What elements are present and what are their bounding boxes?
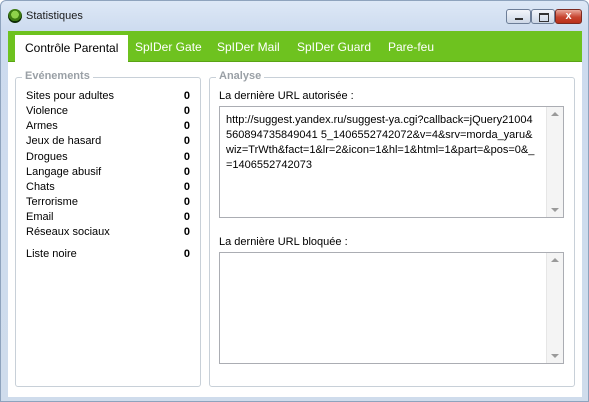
- event-count: 0: [183, 105, 190, 117]
- event-row: Armes 0: [26, 120, 190, 134]
- event-row: Chats 0: [26, 181, 190, 195]
- event-row: Email 0: [26, 211, 190, 225]
- event-row: Langage abusif 0: [26, 166, 190, 180]
- event-label: Langage abusif: [26, 166, 102, 178]
- event-row: Terrorisme 0: [26, 196, 190, 210]
- blacklist-label: Liste noire: [26, 248, 77, 260]
- tab-spider-gate[interactable]: SpIDer Gate: [135, 40, 202, 54]
- scroll-down-arrow-icon[interactable]: [551, 354, 559, 358]
- tab-bar: Contrôle Parental SpIDer Gate SpIDer Mai…: [8, 31, 582, 62]
- allowed-url-text: http://suggest.yandex.ru/suggest-ya.cgi?…: [226, 114, 535, 171]
- events-group-title: Evénements: [22, 70, 93, 82]
- title-bar[interactable]: Statistiques x: [1, 1, 588, 31]
- blacklist-count: 0: [183, 248, 190, 260]
- event-label: Email: [26, 211, 54, 223]
- event-label: Chats: [26, 181, 55, 193]
- event-label: Armes: [26, 120, 58, 132]
- blacklist-row: Liste noire 0: [26, 248, 190, 262]
- allowed-url-scrollbar[interactable]: [546, 107, 563, 217]
- event-count: 0: [183, 226, 190, 238]
- tab-spider-mail[interactable]: SpIDer Mail: [217, 40, 280, 54]
- allowed-url-textbox[interactable]: http://suggest.yandex.ru/suggest-ya.cgi?…: [219, 106, 564, 218]
- tab-spider-guard[interactable]: SpIDer Guard: [297, 40, 371, 54]
- close-icon: x: [565, 10, 572, 22]
- close-button[interactable]: x: [555, 9, 582, 24]
- event-row: Jeux de hasard 0: [26, 135, 190, 149]
- blocked-url-label: La dernière URL bloquée :: [219, 236, 348, 248]
- tab-controle-parental[interactable]: Contrôle Parental: [15, 34, 129, 62]
- event-label: Terrorisme: [26, 196, 78, 208]
- blocked-url-scrollbar[interactable]: [546, 253, 563, 363]
- spider-app-icon: [8, 9, 22, 23]
- window-title: Statistiques: [26, 10, 83, 22]
- maximize-icon: [539, 13, 549, 22]
- minimize-button[interactable]: [506, 9, 531, 24]
- event-count: 0: [183, 211, 190, 223]
- minimize-icon: [515, 18, 523, 20]
- event-label: Réseaux sociaux: [26, 226, 110, 238]
- event-label: Drogues: [26, 151, 68, 163]
- scroll-up-arrow-icon[interactable]: [551, 112, 559, 116]
- event-count: 0: [183, 120, 190, 132]
- event-count: 0: [183, 181, 190, 193]
- allowed-url-label: La dernière URL autorisée :: [219, 90, 354, 102]
- event-row: Drogues 0: [26, 151, 190, 165]
- event-row: Violence 0: [26, 105, 190, 119]
- event-label: Jeux de hasard: [26, 135, 102, 147]
- events-group: Evénements Sites pour adultes 0 Violence…: [15, 70, 201, 387]
- event-count: 0: [183, 90, 190, 102]
- statistics-window: Statistiques x Contrôle Parental SpIDer …: [0, 0, 589, 402]
- analysis-group-title: Analyse: [216, 70, 265, 82]
- event-count: 0: [183, 166, 190, 178]
- maximize-button[interactable]: [531, 9, 555, 24]
- event-row: Réseaux sociaux 0: [26, 226, 190, 240]
- event-count: 0: [183, 135, 190, 147]
- blocked-url-textbox[interactable]: [219, 252, 564, 364]
- scroll-down-arrow-icon[interactable]: [551, 208, 559, 212]
- event-label: Violence: [26, 105, 68, 117]
- event-row: Sites pour adultes 0: [26, 90, 190, 104]
- scroll-up-arrow-icon[interactable]: [551, 258, 559, 262]
- tab-pare-feu[interactable]: Pare-feu: [388, 40, 434, 54]
- client-area: Contrôle Parental SpIDer Gate SpIDer Mai…: [8, 31, 582, 397]
- event-count: 0: [183, 151, 190, 163]
- event-count: 0: [183, 196, 190, 208]
- analysis-group: Analyse La dernière URL autorisée : http…: [209, 70, 575, 387]
- event-label: Sites pour adultes: [26, 90, 115, 102]
